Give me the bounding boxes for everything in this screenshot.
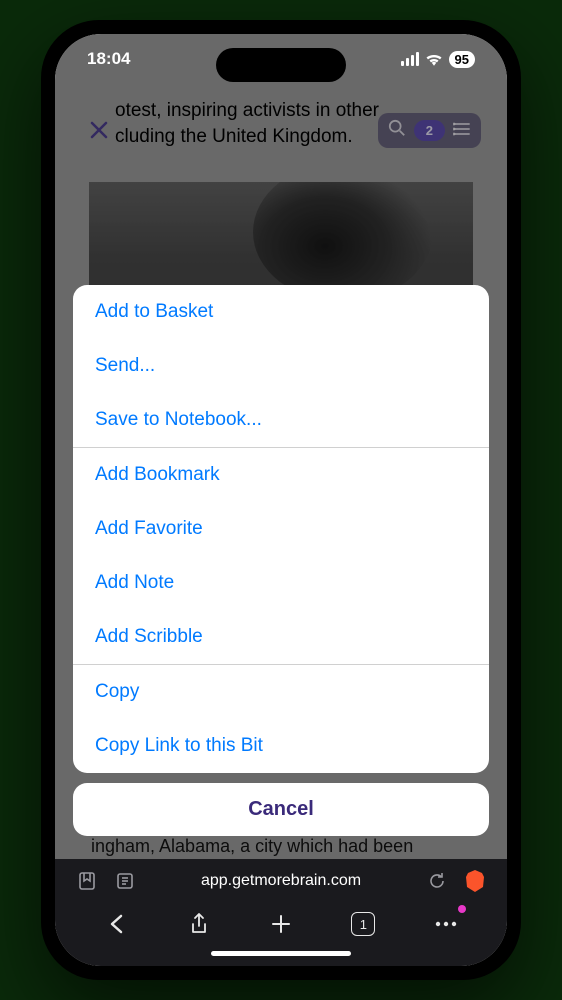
action-add-note[interactable]: Add Note bbox=[73, 556, 489, 610]
back-button[interactable] bbox=[96, 909, 136, 939]
battery-indicator: 95 bbox=[449, 51, 475, 68]
cellular-signal-icon bbox=[401, 52, 419, 66]
tab-count: 1 bbox=[351, 912, 375, 936]
cancel-button[interactable]: Cancel bbox=[73, 783, 489, 836]
status-right: 95 bbox=[401, 51, 475, 68]
more-button[interactable] bbox=[426, 909, 466, 939]
status-time: 18:04 bbox=[87, 49, 130, 69]
reload-icon[interactable] bbox=[425, 869, 449, 893]
brave-shield-icon[interactable] bbox=[463, 869, 487, 893]
address-bar[interactable]: app.getmorebrain.com bbox=[151, 872, 411, 890]
action-sheet: Add to Basket Send... Save to Notebook..… bbox=[73, 285, 489, 836]
home-indicator[interactable] bbox=[211, 951, 351, 956]
new-tab-button[interactable] bbox=[261, 909, 301, 939]
reader-icon[interactable] bbox=[113, 869, 137, 893]
action-add-favorite[interactable]: Add Favorite bbox=[73, 502, 489, 556]
browser-chrome: app.getmorebrain.com bbox=[55, 859, 507, 966]
bookmark-icon[interactable] bbox=[75, 869, 99, 893]
action-copy[interactable]: Copy bbox=[73, 665, 489, 719]
dynamic-island bbox=[216, 48, 346, 82]
action-send[interactable]: Send... bbox=[73, 339, 489, 393]
action-add-scribble[interactable]: Add Scribble bbox=[73, 610, 489, 664]
action-add-to-basket[interactable]: Add to Basket bbox=[73, 285, 489, 339]
action-copy-link[interactable]: Copy Link to this Bit bbox=[73, 719, 489, 773]
action-save-to-notebook[interactable]: Save to Notebook... bbox=[73, 393, 489, 447]
tabs-button[interactable]: 1 bbox=[343, 909, 383, 939]
action-add-bookmark[interactable]: Add Bookmark bbox=[73, 448, 489, 502]
share-button[interactable] bbox=[179, 909, 219, 939]
wifi-icon bbox=[425, 52, 443, 66]
